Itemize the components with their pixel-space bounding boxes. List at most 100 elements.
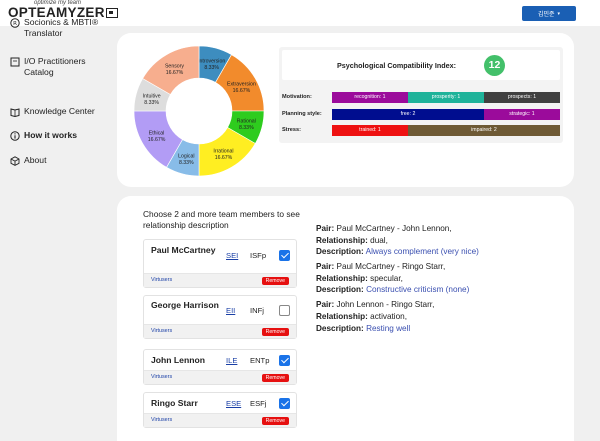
member-code-link[interactable]: SEI <box>226 251 238 260</box>
info-icon <box>10 131 20 141</box>
member-source-link[interactable]: Virtusers <box>151 417 172 423</box>
member-code-link[interactable]: ESE <box>226 399 241 408</box>
member-footer: Virtusers Remove <box>144 324 296 338</box>
member-code-link[interactable]: ILE <box>226 356 237 365</box>
compat-segment: recognition: 1 <box>332 91 408 103</box>
member-type: ISFp <box>250 251 267 260</box>
member-card: Ringo Starr ESE ESFj Virtusers Remove <box>143 392 297 428</box>
member-name: Ringo Starr <box>151 398 198 408</box>
member-name: John Lennon <box>151 355 205 365</box>
compat-row-label: Motivation: <box>282 94 312 100</box>
compat-segment: impaired: 2 <box>407 124 560 136</box>
member-card: John Lennon ILE ENTp Virtusers Remove <box>143 349 297 385</box>
translate-icon: R <box>10 18 20 28</box>
donut-slice-label: Irrational <box>213 148 233 154</box>
member-type: ESFj <box>250 399 267 408</box>
member-select-checkbox[interactable] <box>279 305 290 316</box>
pair-label: Pair: <box>316 300 335 310</box>
user-menu-button[interactable]: 김민준 ▾ <box>522 6 576 21</box>
member-code-link[interactable]: EII <box>226 306 235 315</box>
catalog-icon <box>10 57 20 67</box>
sidebar-item-label: Socionics & MBTI® Translator <box>24 17 99 38</box>
compat-bar: recognition: 1 prosperity: 1 prospects: 1 <box>332 91 560 103</box>
sidebar-item-how-it-works[interactable]: How it works <box>10 130 77 141</box>
book-icon <box>10 107 20 117</box>
compat-segment: strategic: 1 <box>483 108 560 120</box>
sidebar-item-label: About <box>24 155 47 165</box>
donut-slice-value: 8.33% <box>144 100 159 106</box>
sidebar-item-about[interactable]: About <box>10 155 46 166</box>
member-source-link[interactable]: Virtusers <box>151 374 172 380</box>
compat-segment: prosperity: 1 <box>407 91 484 103</box>
member-select-checkbox[interactable] <box>279 355 290 366</box>
description-value: Resting well <box>366 323 411 333</box>
remove-member-button[interactable]: Remove <box>261 374 289 382</box>
member-name: George Harrison <box>151 300 219 310</box>
dichotomy-donut-chart: Introversion8.33%Extraversion16.67%Ratio… <box>133 45 265 177</box>
donut-slice-label: Extraversion <box>227 81 256 87</box>
logo-tagline: optimize my team <box>34 0 82 6</box>
compat-segment: trained: 1 <box>332 124 408 136</box>
relationship-label: Relationship: <box>316 235 368 245</box>
member-name: Paul McCartney <box>151 245 216 255</box>
relationship-value: specular, <box>370 273 403 283</box>
member-footer: Virtusers Remove <box>144 370 296 384</box>
member-select-checkbox[interactable] <box>279 250 290 261</box>
pair-value: John Lennon - Ringo Starr, <box>336 300 435 310</box>
compat-bar: free: 2 strategic: 1 <box>332 108 560 120</box>
donut-slice-value: 8.33% <box>179 160 194 166</box>
sidebar-item-label: Knowledge Center <box>24 106 95 116</box>
description-label: Description: <box>316 285 364 295</box>
chevron-down-icon: ▾ <box>557 10 561 17</box>
relationship-label: Relationship: <box>316 273 368 283</box>
relationship-list: Pair: Paul McCartney - John Lennon, Rela… <box>316 223 566 338</box>
relationship-value: dual, <box>370 235 388 245</box>
instruction-text: Choose 2 and more team members to see re… <box>143 209 300 230</box>
relationship-item: Pair: Paul McCartney - John Lennon, Rela… <box>316 223 566 258</box>
relationship-item: Pair: Paul McCartney - Ringo Starr, Rela… <box>316 261 566 296</box>
donut-slice-value: 8.33% <box>204 65 219 71</box>
member-footer: Virtusers Remove <box>144 273 296 287</box>
team-overview-card: Introversion 8.33% Extraversion 16.67% Ratio… <box>117 33 574 187</box>
compat-row-planning: Planning style: free: 2 strategic: 1 <box>282 108 560 120</box>
relationship-item: Pair: John Lennon - Ringo Starr, Relatio… <box>316 299 566 334</box>
pair-value: Paul McCartney - John Lennon, <box>336 224 452 233</box>
member-card: George Harrison EII INFj Virtusers Remov… <box>143 295 297 339</box>
member-footer: Virtusers Remove <box>144 413 296 427</box>
description-label: Description: <box>316 323 364 333</box>
compatibility-title: Psychological Compatibility Index: <box>336 60 456 70</box>
member-type: ENTp <box>250 356 270 365</box>
sidebar-item-label: I/O Practitioners Catalog <box>24 56 86 77</box>
member-source-link[interactable]: Virtusers <box>151 328 172 334</box>
donut-slice-label: Rational <box>237 119 256 125</box>
donut-slice-label: Introversion <box>198 59 225 65</box>
member-select-checkbox[interactable] <box>279 398 290 409</box>
sidebar-item-translator[interactable]: R Socionics & MBTI® Translator <box>10 17 110 39</box>
sidebar-item-catalog[interactable]: I/O Practitioners Catalog <box>10 56 110 78</box>
donut-slice-value: 16.67% <box>166 70 184 76</box>
description-value: Always complement (very nice) <box>365 247 479 257</box>
remove-member-button[interactable]: Remove <box>261 277 289 285</box>
compat-row-stress: Stress: trained: 1 impaired: 2 <box>282 124 560 136</box>
donut-slice-label: Intuitive <box>143 93 161 99</box>
donut-slice-value: 16.67% <box>215 155 233 161</box>
compat-row-motivation: Motivation: recognition: 1 prosperity: 1p… <box>282 91 560 103</box>
compat-segment: prospects: 1 <box>483 91 560 103</box>
remove-member-button[interactable]: Remove <box>261 328 289 336</box>
relationship-value: activation, <box>370 311 408 321</box>
member-type: INFj <box>250 306 264 315</box>
sidebar-item-label: How it works <box>24 130 78 140</box>
donut-slice-value: 16.67% <box>233 88 251 94</box>
remove-member-button[interactable]: Remove <box>261 417 289 425</box>
pair-label: Pair: <box>316 262 335 272</box>
description-label: Description: <box>316 247 364 257</box>
team-members-card: Choose 2 and more team members to see re… <box>117 196 574 441</box>
sidebar-item-knowledge[interactable]: Knowledge Center <box>10 106 95 117</box>
compat-segment: free: 2 <box>332 108 484 120</box>
compat-row-label: Planning style: <box>282 111 322 117</box>
compatibility-panel: Psychological Compatibility Index: 12 Mo… <box>279 47 563 143</box>
compatibility-score-badge: 12 <box>484 54 505 76</box>
logo-mark-icon <box>105 7 118 18</box>
member-source-link[interactable]: Virtusers <box>151 277 172 283</box>
compatibility-header: Psychological Compatibility Index: 12 <box>282 50 560 80</box>
